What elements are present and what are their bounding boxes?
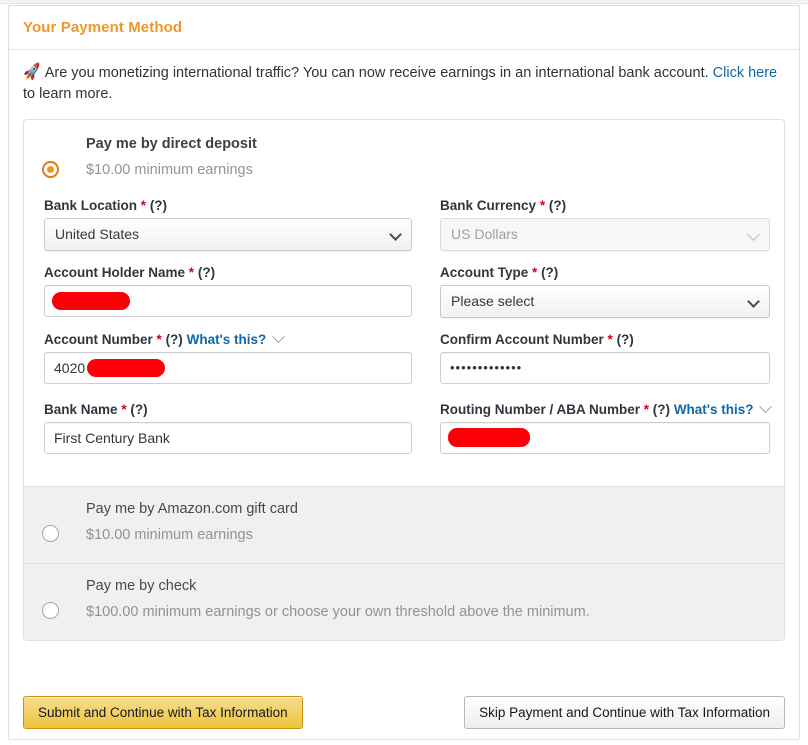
rocket-icon: 🚀: [21, 62, 43, 83]
label-bank-location-text: Bank Location: [44, 197, 138, 213]
label-account-holder-name: Account Holder Name * (?): [44, 265, 412, 280]
account-number-whats-this-link[interactable]: What's this?: [187, 332, 267, 347]
account-holder-name-required-mark: *: [188, 264, 195, 280]
option-direct-deposit[interactable]: Pay me by direct deposit $10.00 minimum …: [24, 120, 784, 486]
field-bank-location: Bank Location * (?) United States: [44, 198, 412, 251]
bank-location-required-mark: *: [140, 197, 147, 213]
field-account-type: Account Type * (?) Please select: [440, 265, 771, 318]
label-account-type: Account Type * (?): [440, 265, 770, 280]
label-bank-name-text: Bank Name: [44, 401, 118, 417]
label-routing-number: Routing Number / ABA Number * (?) What's…: [440, 400, 773, 417]
bank-currency-required-mark: *: [539, 197, 546, 213]
submit-and-continue-button[interactable]: Submit and Continue with Tax Information: [23, 696, 303, 729]
label-account-holder-name-text: Account Holder Name: [44, 264, 186, 280]
account-number-wrapper: [44, 351, 412, 384]
confirm-account-number-input[interactable]: [440, 351, 771, 384]
page-title: Your Payment Method: [23, 19, 183, 36]
banner-text-before: Are you monetizing international traffic…: [44, 65, 713, 81]
option-gift-card-subtitle: $10.00 minimum earnings: [86, 526, 253, 543]
label-confirm-account-number-text: Confirm Account Number: [440, 331, 604, 347]
direct-deposit-form: Bank Location * (?) United States Bank C…: [44, 198, 773, 468]
bank-location-help-icon[interactable]: (?): [150, 198, 167, 213]
skip-payment-button[interactable]: Skip Payment and Continue with Tax Infor…: [464, 696, 785, 729]
label-account-type-text: Account Type: [440, 264, 529, 280]
select-bank-location[interactable]: United States: [44, 217, 412, 251]
label-bank-currency-text: Bank Currency: [440, 197, 537, 213]
label-bank-name: Bank Name * (?): [44, 402, 412, 417]
payment-options-card: Pay me by direct deposit $10.00 minimum …: [23, 119, 785, 641]
option-gift-card-title: Pay me by Amazon.com gift card: [86, 500, 298, 517]
select-account-type[interactable]: Please select: [440, 284, 771, 318]
account-number-help-icon[interactable]: (?): [166, 332, 183, 347]
account-holder-name-wrapper: [44, 284, 412, 317]
chevron-down-icon: [747, 295, 761, 308]
field-bank-currency: Bank Currency * (?) US Dollars: [440, 198, 771, 251]
field-account-number: Account Number * (?) What's this?: [44, 330, 412, 384]
option-check[interactable]: Pay me by check $100.00 minimum earnings…: [24, 562, 784, 640]
option-check-title: Pay me by check: [86, 577, 197, 594]
chevron-down-icon[interactable]: [759, 400, 773, 414]
bank-name-help-icon[interactable]: (?): [130, 402, 147, 417]
label-account-number: Account Number * (?) What's this?: [44, 330, 412, 347]
radio-check[interactable]: [42, 601, 59, 619]
field-confirm-account-number: Confirm Account Number * (?): [440, 332, 771, 384]
redaction-mark: [448, 427, 530, 447]
redaction-mark: [52, 291, 130, 310]
select-bank-location-value: United States: [55, 226, 140, 243]
payment-method-page: Your Payment Method 🚀 Are you monetizing …: [0, 0, 808, 745]
banner-click-here-link[interactable]: Click here: [713, 65, 777, 81]
chevron-down-icon: [747, 228, 761, 241]
label-account-number-text: Account Number: [44, 331, 153, 347]
radio-direct-deposit[interactable]: [42, 161, 59, 179]
panel-header: Your Payment Method: [9, 6, 799, 50]
confirm-account-number-help-icon[interactable]: (?): [617, 332, 634, 347]
select-bank-currency: US Dollars: [440, 217, 771, 251]
banner-text-after: to learn more.: [23, 86, 113, 103]
label-routing-number-text: Routing Number / ABA Number: [440, 401, 640, 417]
radio-gift-card[interactable]: [42, 524, 59, 542]
account-type-required-mark: *: [532, 264, 538, 280]
account-holder-name-help-icon[interactable]: (?): [198, 265, 215, 280]
select-account-type-value: Please select: [451, 293, 535, 310]
field-routing-number: Routing Number / ABA Number * (?) What's…: [440, 400, 773, 454]
chevron-down-icon: [389, 228, 402, 241]
field-bank-name: Bank Name * (?): [44, 402, 412, 454]
top-rule: [0, 0, 808, 4]
label-bank-currency: Bank Currency * (?): [440, 198, 770, 213]
footer-actions: Submit and Continue with Tax Information…: [23, 696, 785, 729]
routing-number-whats-this-link[interactable]: What's this?: [674, 402, 754, 417]
chevron-down-icon[interactable]: [272, 330, 285, 344]
routing-number-wrapper: [440, 421, 771, 454]
payment-method-panel: Your Payment Method 🚀 Are you monetizing …: [8, 5, 800, 740]
label-confirm-account-number: Confirm Account Number * (?): [440, 332, 770, 347]
redaction-mark: [87, 358, 165, 377]
confirm-account-number-required-mark: *: [607, 331, 613, 347]
account-number-required-mark: *: [156, 331, 162, 347]
routing-number-help-icon[interactable]: (?): [653, 402, 670, 417]
label-bank-location: Bank Location * (?): [44, 198, 412, 213]
select-bank-currency-value: US Dollars: [451, 226, 518, 243]
option-direct-deposit-subtitle: $10.00 minimum earnings: [86, 161, 253, 178]
field-account-holder-name: Account Holder Name * (?): [44, 265, 412, 318]
routing-number-required-mark: *: [643, 401, 650, 417]
bank-name-required-mark: *: [121, 401, 127, 417]
option-check-subtitle: $100.00 minimum earnings or choose your …: [86, 603, 590, 620]
option-direct-deposit-title: Pay me by direct deposit: [86, 136, 257, 153]
account-type-help-icon[interactable]: (?): [541, 265, 558, 280]
option-gift-card[interactable]: Pay me by Amazon.com gift card $10.00 mi…: [24, 485, 784, 563]
international-banking-banner: 🚀 Are you monetizing international traffi…: [9, 50, 799, 109]
bank-name-input[interactable]: [44, 421, 412, 454]
bank-currency-help-icon[interactable]: (?): [549, 198, 566, 213]
